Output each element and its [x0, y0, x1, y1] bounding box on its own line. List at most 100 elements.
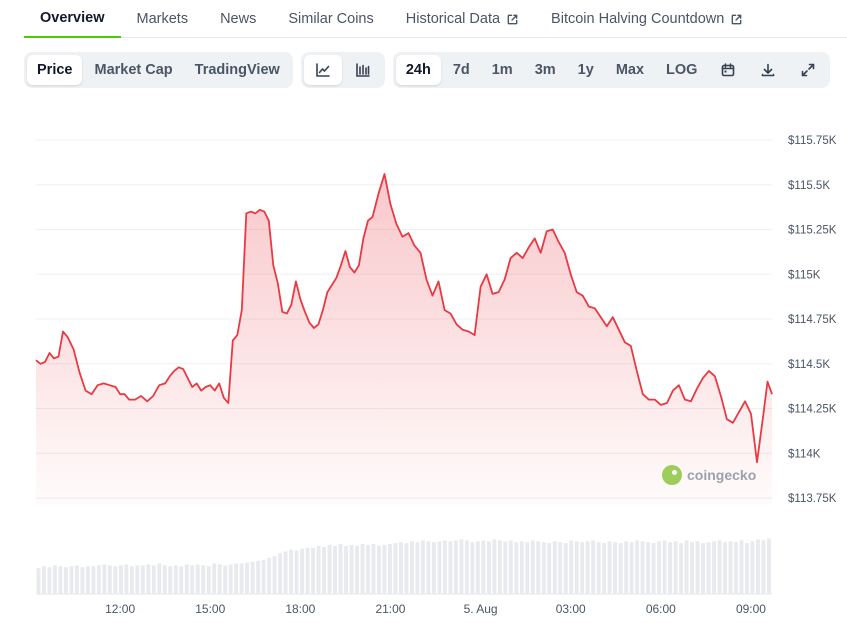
volume-bar: [404, 543, 409, 594]
volume-bar: [558, 542, 563, 594]
x-tick-label: 5. Aug: [464, 602, 498, 616]
volume-bar: [563, 543, 568, 594]
x-tick-label: 09:00: [736, 602, 766, 616]
y-tick-label: $114.75K: [788, 314, 837, 326]
volume-bar: [695, 541, 700, 594]
volume-bar: [684, 540, 689, 594]
volume-bar: [497, 540, 502, 594]
volume-bar: [602, 543, 607, 594]
volume-bar: [481, 540, 486, 594]
volume-bar: [508, 540, 513, 594]
volume-bar: [349, 544, 354, 594]
volume-bar: [377, 545, 381, 594]
volume-bar: [333, 545, 337, 594]
volume-bar: [756, 539, 760, 594]
volume-bar: [91, 566, 96, 594]
volume-bar: [47, 567, 52, 594]
volume-bar: [668, 542, 673, 594]
volume-bar: [503, 541, 508, 594]
volume-bar: [486, 541, 491, 594]
volume-bar: [492, 539, 497, 594]
volume-bar: [278, 553, 283, 594]
price-chart[interactable]: $113.75K $114K $114.25K $114.5K $114.75K $115…: [0, 0, 847, 623]
volume-bar: [607, 541, 612, 594]
volume-bar: [409, 541, 414, 594]
volume-bar: [146, 564, 151, 594]
volume-bar: [118, 565, 123, 594]
volume-bar: [388, 544, 392, 594]
volume-bar: [420, 540, 425, 594]
volume-bar: [459, 539, 464, 594]
volume-bar: [673, 541, 678, 594]
volume-bar: [662, 540, 667, 594]
volume-bar: [448, 541, 453, 594]
volume-bar: [316, 545, 321, 594]
volume-bar: [140, 565, 145, 594]
volume-bar: [547, 543, 552, 594]
volume-bar: [80, 567, 85, 594]
y-axis: $113.75K $114K $114.25K $114.5K $114.75K $115…: [788, 135, 837, 505]
volume-bar: [767, 538, 771, 594]
volume-bar: [124, 564, 129, 594]
volume-bar: [300, 548, 305, 594]
volume-bar: [723, 542, 727, 594]
volume-bar: [470, 542, 475, 594]
volume-bar: [399, 542, 403, 594]
x-tick-label: 06:00: [646, 602, 676, 616]
volume-bar: [624, 541, 629, 594]
volume-bar: [69, 566, 74, 594]
volume-bar: [256, 560, 261, 594]
volume-bar: [745, 543, 749, 594]
volume-bar: [96, 565, 101, 594]
volume-bar: [179, 566, 184, 594]
volume-bar: [223, 565, 228, 594]
volume-bar: [382, 544, 387, 594]
volume-bar: [761, 540, 766, 594]
volume-bar: [162, 565, 167, 594]
volume-bar: [541, 542, 546, 594]
volume-bar: [728, 541, 733, 594]
volume-bar: [514, 542, 519, 594]
volume-bar: [426, 541, 431, 594]
x-tick-label: 03:00: [556, 602, 586, 616]
x-tick-label: 18:00: [285, 602, 315, 616]
volume-bar: [261, 559, 266, 594]
y-tick-label: $115.75K: [788, 135, 837, 147]
volume-bar: [201, 565, 206, 594]
volume-bar: [36, 568, 41, 594]
volume-bar: [580, 542, 585, 594]
volume-bar: [267, 557, 272, 594]
volume-bar: [239, 563, 244, 594]
volume-bar: [113, 566, 118, 594]
volume-bar: [283, 551, 288, 594]
volume-bar: [519, 541, 524, 594]
volume-bar: [206, 566, 211, 594]
volume-bar: [344, 545, 348, 594]
volume-bar: [245, 562, 250, 594]
volume-bar: [135, 565, 140, 594]
y-tick-label: $115K: [788, 269, 821, 281]
volume-bars: [36, 538, 771, 594]
volume-bar: [442, 540, 447, 594]
volume-bar: [651, 543, 656, 594]
volume-bar: [569, 540, 574, 594]
volume-bar: [41, 566, 46, 594]
volume-bar: [552, 541, 557, 594]
watermark-text: coingecko: [687, 467, 757, 483]
y-tick-label: $115.5K: [788, 180, 830, 192]
volume-bar: [360, 544, 365, 594]
volume-bar: [530, 540, 535, 594]
volume-bar: [657, 541, 662, 594]
y-tick-label: $114.5K: [788, 359, 830, 371]
y-tick-label: $114K: [788, 448, 821, 460]
volume-bar: [585, 541, 590, 594]
x-tick-label: 12:00: [105, 602, 135, 616]
volume-bar: [173, 565, 178, 594]
volume-bar: [415, 542, 420, 594]
volume-bar: [190, 565, 195, 594]
volume-bar: [151, 565, 156, 594]
volume-bar: [750, 541, 755, 594]
volume-bar: [712, 541, 716, 594]
y-tick-label: $113.75K: [788, 493, 837, 505]
volume-bar: [157, 563, 162, 594]
